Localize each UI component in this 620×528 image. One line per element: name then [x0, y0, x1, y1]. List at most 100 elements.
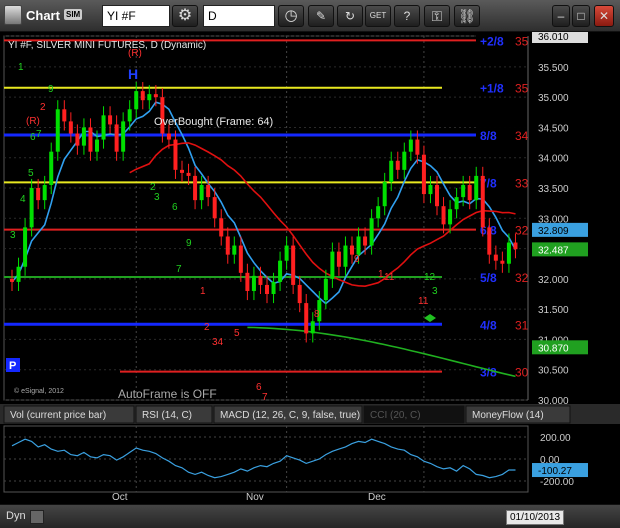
indicator-tab-label[interactable]: CCI (20, C)	[370, 410, 421, 421]
chart-header-label: YI #F, SILVER MINI FUTURES, D (Dynamic)	[8, 40, 206, 51]
candle-body	[278, 260, 283, 282]
candle-body	[265, 284, 269, 295]
candle-body	[493, 254, 498, 261]
price-tick-label: 35.000	[538, 93, 569, 104]
current-date-box[interactable]: 01/10/2013	[506, 510, 565, 525]
candle-body	[415, 139, 420, 155]
bottom-left-button[interactable]	[30, 510, 44, 524]
price-badge-value: 32.487	[538, 245, 569, 256]
candle-body	[258, 275, 263, 285]
td-sequential-count: 6	[172, 202, 178, 213]
indicator-tab-label[interactable]: RSI (14, C)	[142, 410, 192, 421]
td-sequential-count: 11	[384, 272, 395, 283]
candle-body	[55, 109, 60, 152]
link-chain-icon[interactable]: ⛓	[454, 5, 480, 27]
candle-body	[454, 197, 459, 210]
candle-body	[101, 115, 106, 140]
td-sequential-count: 5	[28, 168, 34, 179]
candle-body	[114, 124, 119, 152]
td-sequential-count: 4	[20, 194, 26, 205]
price-tick-label: 31.500	[538, 305, 569, 316]
candle-body	[88, 127, 93, 152]
candle-body	[10, 278, 14, 282]
bottom-bar: Dyn 01/10/2013	[0, 504, 620, 528]
td-sequential-count: 9	[186, 238, 192, 249]
candle-body	[36, 188, 41, 201]
candle-body	[206, 184, 211, 198]
candle-body	[363, 236, 368, 246]
title-bar: Chart SIM YI #F ⚙ D ◷ ✎ ↻ GET ? ⚿ ⛓ – □ …	[0, 0, 620, 32]
lock-icon[interactable]: ⚿	[424, 5, 450, 27]
candle-body	[42, 184, 47, 201]
candle-body	[199, 184, 204, 201]
price-tick-label: 30.500	[538, 366, 569, 377]
candle-body	[297, 284, 302, 304]
candle-body	[238, 245, 243, 273]
close-icon[interactable]: ✕	[594, 5, 614, 27]
td-sequential-count: 8	[314, 309, 320, 320]
refresh-icon[interactable]: ↻	[337, 5, 363, 27]
chart-app-icon[interactable]	[4, 5, 22, 25]
candle-body	[251, 275, 256, 291]
sim-badge: SIM	[64, 9, 83, 20]
candle-body	[395, 160, 400, 170]
indicator-tab-label[interactable]: Vol (current price bar)	[10, 410, 106, 421]
td-sequential-count: 9	[354, 254, 360, 265]
x-axis-month-label: Dec	[368, 492, 386, 503]
td-sequential-count: 5	[234, 328, 240, 339]
candle-body	[193, 175, 198, 201]
td-sequential-count: 34	[212, 337, 224, 348]
candle-body	[474, 175, 479, 201]
candle-body	[225, 236, 230, 255]
candle-body	[330, 251, 335, 279]
interval-input[interactable]: D	[203, 5, 275, 27]
x-axis-month-label: Oct	[112, 492, 128, 503]
price-badge-value: 32.809	[538, 226, 569, 237]
help-icon[interactable]: ?	[394, 5, 420, 27]
candle-body	[23, 227, 28, 267]
symbol-input[interactable]: YI #F	[102, 5, 170, 27]
clock-icon[interactable]: ◷	[278, 5, 304, 27]
td-sequential-count: 12	[424, 272, 436, 283]
td-sequential-count: (R)	[128, 48, 142, 59]
candle-body	[121, 121, 126, 152]
candle-body	[75, 133, 80, 146]
get-data-icon[interactable]: GET	[365, 5, 391, 27]
td-sequential-count: 7	[36, 129, 42, 140]
cci-tick-label: -200.00	[540, 477, 574, 488]
candle-body	[49, 151, 54, 185]
td-sequential-count: 3	[432, 286, 438, 297]
candle-body	[245, 272, 250, 291]
candle-body	[219, 218, 224, 237]
indicator-tab-label[interactable]: MACD (12, 26, C, 9, false, true)	[220, 410, 360, 421]
candle-body	[336, 251, 341, 267]
td-sequential-count: 1	[200, 286, 206, 297]
candle-body	[408, 139, 413, 152]
candle-body	[166, 133, 171, 140]
window-title: Chart	[26, 8, 60, 23]
pencil-draw-icon[interactable]: ✎	[308, 5, 334, 27]
candle-body	[441, 206, 446, 225]
td-sequential-count: 11	[418, 296, 429, 307]
td-sequential-count: 1	[18, 62, 24, 73]
candle-body	[310, 321, 315, 334]
murrey-level-label: 4/8	[480, 318, 497, 332]
price-chart-svg[interactable]: +2/835.938+1/835.1568/834.3757/833.5946/…	[0, 32, 620, 504]
candle-body	[108, 115, 113, 125]
price-tick-label: 33.500	[538, 184, 569, 195]
candle-body	[186, 172, 191, 176]
candle-body	[212, 197, 217, 219]
minimize-icon[interactable]: –	[552, 5, 570, 27]
h-marker-label: H	[128, 66, 138, 82]
cci-tick-label: 200.00	[540, 433, 571, 444]
settings-gear-icon[interactable]: ⚙	[172, 5, 198, 27]
candle-body	[513, 242, 518, 250]
price-tick-label: 34.000	[538, 154, 569, 165]
candle-body	[376, 206, 381, 219]
maximize-icon[interactable]: □	[572, 5, 590, 27]
indicator-tab-label[interactable]: MoneyFlow (14)	[472, 410, 544, 421]
candle-body	[232, 245, 237, 255]
candle-body	[284, 245, 289, 261]
dyn-mode-label[interactable]: Dyn	[6, 510, 26, 522]
td-sequential-count: 3	[10, 230, 16, 241]
